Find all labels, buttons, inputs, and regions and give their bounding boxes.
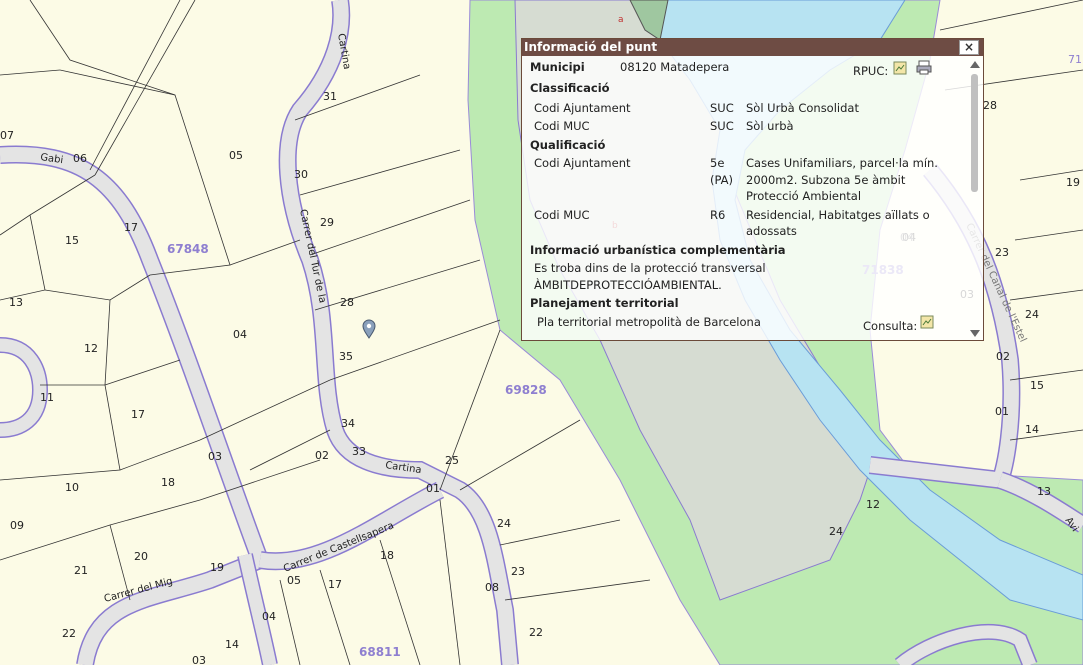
municipi-label: Municipi [530, 60, 585, 74]
scrollbar-thumb[interactable] [971, 74, 978, 192]
class-muc-desc: Sòl urbà [746, 119, 794, 133]
qual-aj-desc-1: Cases Unifamiliars, parcel·la mín. [746, 156, 938, 170]
map-label: 23 [995, 246, 1009, 259]
map-label: 12 [866, 498, 880, 511]
qualificacio-heading: Qualificació [530, 138, 606, 152]
map-label: 71 [1068, 53, 1082, 66]
map-label: 33 [352, 445, 366, 458]
scroll-down-icon[interactable] [970, 330, 980, 337]
map-label: 28 [983, 99, 997, 112]
map-label: 08 [485, 581, 499, 594]
map-label: 24 [497, 517, 511, 530]
map-label: 22 [62, 627, 76, 640]
planejament-heading: Planejament territorial [530, 296, 679, 310]
scroll-up-icon[interactable] [970, 61, 980, 68]
map-label: 11 [40, 391, 54, 404]
popup-header[interactable]: Informació del punt × [522, 39, 983, 56]
class-aj-desc: Sòl Urbà Consolidat [746, 101, 859, 115]
qual-muc-desc-2: adossats [746, 224, 797, 238]
map-label: 15 [1030, 379, 1044, 392]
map-label: 15 [65, 234, 79, 247]
map-label: 67848 [167, 242, 209, 256]
point-info-popup: Informació del punt × Municipi 08120 Mat… [521, 38, 984, 341]
map-label: 19 [210, 561, 224, 574]
map-label: 13 [1037, 485, 1051, 498]
class-muc-code: SUC [710, 119, 734, 133]
map-label: 14 [225, 638, 239, 651]
qual-aj-code: 5e [710, 156, 725, 170]
map-label: 12 [84, 342, 98, 355]
map-label: 22 [529, 626, 543, 639]
popup-body: Municipi 08120 Matadepera RPUC: Classifi… [522, 56, 967, 341]
qual-aj-desc-2: 2000m2. Subzona 5e àmbit [746, 173, 906, 187]
codi-muc-label: Codi MUC [534, 119, 590, 133]
map-label: 09 [10, 519, 24, 532]
qual-muc-desc-1: Residencial, Habitatges aïllats o [746, 208, 930, 222]
qual-aj-code2: (PA) [710, 173, 734, 187]
map-label: 10 [65, 481, 79, 494]
consulta-label: Consulta: [863, 319, 918, 333]
close-button[interactable]: × [959, 40, 979, 55]
class-aj-code: SUC [710, 101, 734, 115]
qual-aj-label: Codi Ajuntament [534, 156, 631, 170]
map-label: 14 [1025, 423, 1039, 436]
info-urb-text-2: ÀMBITDEPROTECCIÓAMBIENTAL. [534, 278, 722, 292]
map-label: 17 [124, 221, 138, 234]
location-pin-icon[interactable] [361, 319, 377, 339]
map-label: 30 [294, 168, 308, 181]
map-label: 18 [380, 549, 394, 562]
map-label: 19 [1066, 176, 1080, 189]
municipi-value: 08120 Matadepera [620, 60, 730, 74]
map-label: 03 [208, 450, 222, 463]
map-label: 25 [445, 454, 459, 467]
map-label: 05 [287, 574, 301, 587]
qual-muc-code: R6 [710, 208, 726, 222]
qual-aj-desc-3: Protecció Ambiental [746, 189, 862, 203]
map-label: 17 [131, 408, 145, 421]
print-icon[interactable] [916, 60, 932, 75]
map-label: 02 [996, 350, 1010, 363]
qual-muc-label: Codi MUC [534, 208, 590, 222]
map-label: 34 [341, 417, 355, 430]
classificacio-heading: Classificació [530, 81, 610, 95]
map-label: 02 [315, 449, 329, 462]
map-label: 04 [262, 610, 276, 623]
map-label: 13 [9, 296, 23, 309]
info-urb-heading: Informació urbanística complementària [530, 243, 786, 257]
map-label: 69828 [505, 383, 547, 397]
map-label: 31 [323, 90, 337, 103]
popup-scrollbar[interactable] [968, 58, 982, 340]
consulta-map-icon[interactable] [920, 315, 934, 329]
rpuc-label: RPUC: [853, 64, 889, 78]
codi-ajuntament-label: Codi Ajuntament [534, 101, 631, 115]
popup-title: Informació del punt [524, 40, 658, 54]
map-label: 01 [426, 482, 440, 495]
map-label: 28 [340, 296, 354, 309]
map-label: 18 [161, 476, 175, 489]
map-label: 68811 [359, 645, 401, 659]
map-label: 21 [74, 564, 88, 577]
info-urb-text-1: Es troba dins de la protecció transversa… [534, 261, 766, 275]
map-label: 20 [134, 550, 148, 563]
map-label: 17 [328, 578, 342, 591]
map-label: 24 [1025, 308, 1039, 321]
map-label: 35 [339, 350, 353, 363]
map-label: 23 [511, 565, 525, 578]
map-label: 07 [0, 129, 14, 142]
map-label: 03 [192, 654, 206, 665]
map-label: 29 [320, 216, 334, 229]
map-label: 04 [233, 328, 247, 341]
map-link-icon[interactable] [893, 61, 907, 75]
map-label: 01 [995, 405, 1009, 418]
map-label: a [618, 15, 624, 25]
map-label: 24 [829, 525, 843, 538]
map-label: 06 [73, 152, 87, 165]
map-label: 05 [229, 149, 243, 162]
planejament-text: Pla territorial metropolità de Barcelona [537, 315, 761, 329]
